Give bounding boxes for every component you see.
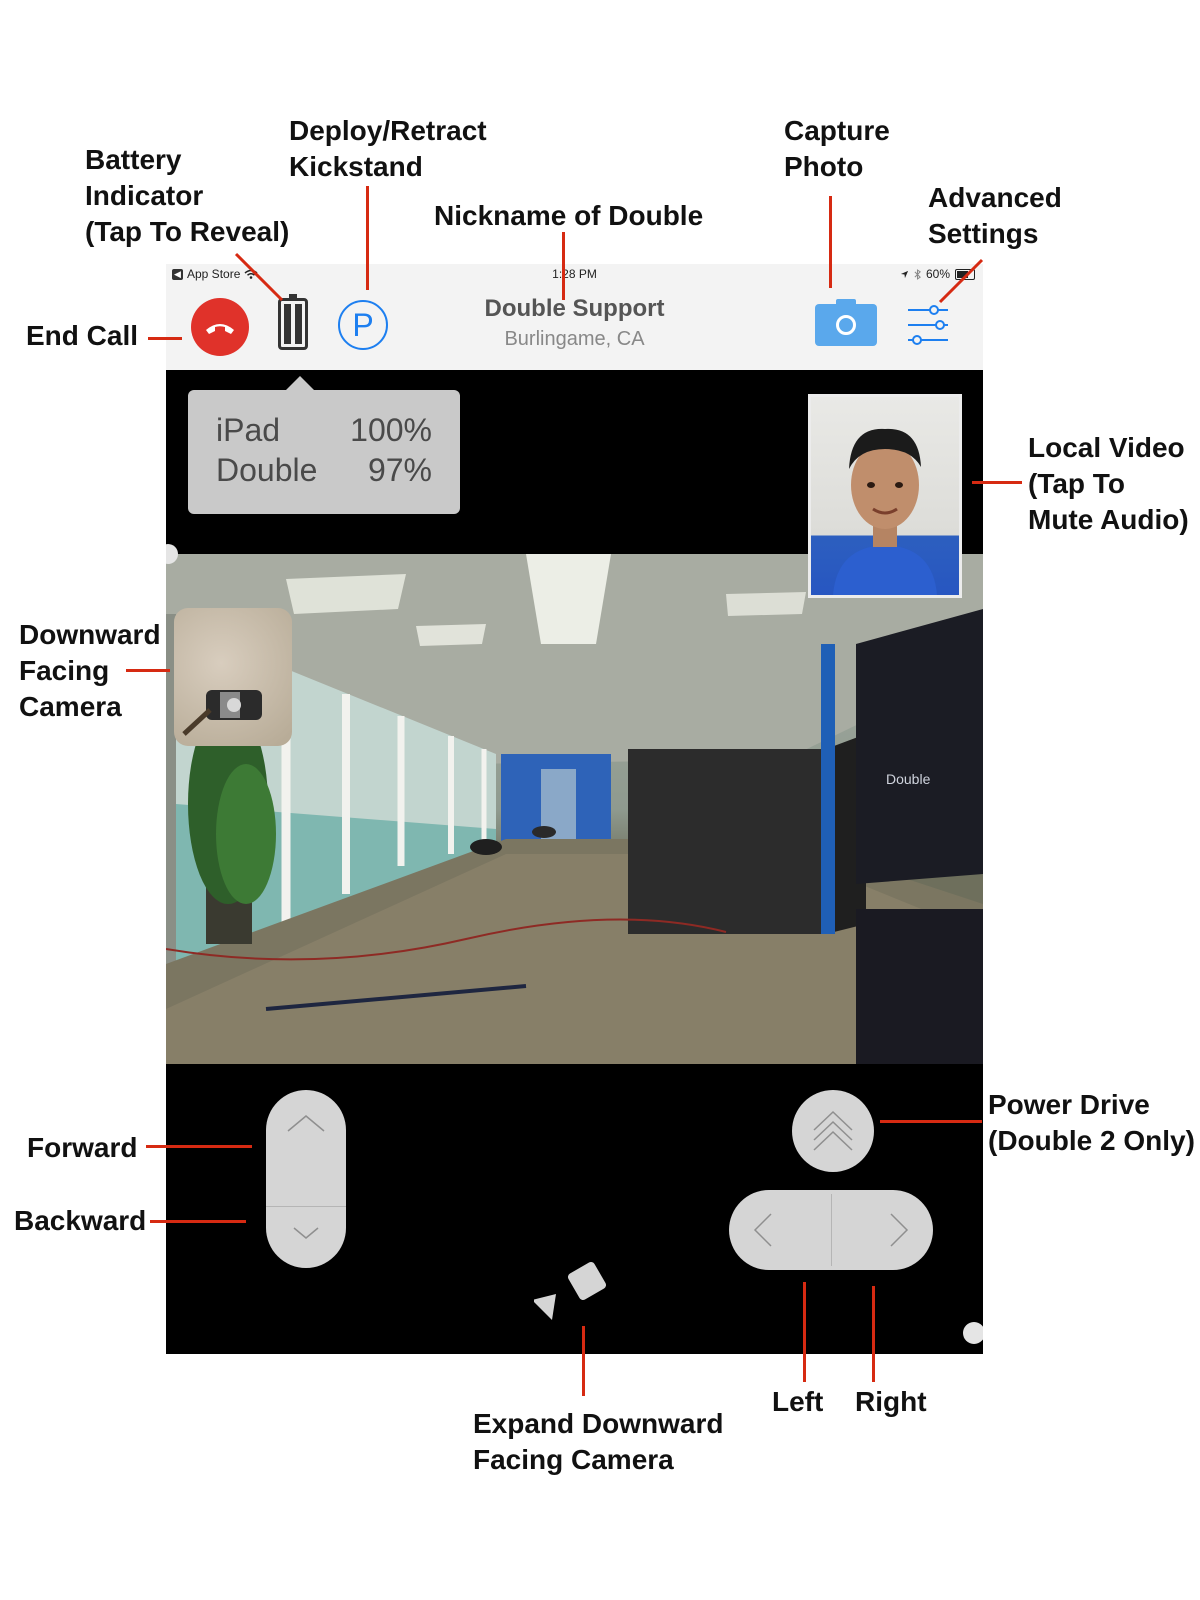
capture-photo-button[interactable] (815, 299, 877, 346)
annotation-line-text: Kickstand (289, 151, 423, 182)
leader-line-end-call (148, 337, 182, 340)
annotation-right: Right (855, 1384, 927, 1420)
chevron-right-icon[interactable] (833, 1190, 933, 1270)
ipad-screen: ◀ App Store 1:28 PM 60% P Double Support… (166, 264, 983, 1354)
annotation-expand-camera: Expand Downward Facing Camera (473, 1406, 723, 1478)
leader-line-right (872, 1286, 875, 1382)
annotation-line-text: Deploy/Retract (289, 115, 487, 146)
robot-title: Double Support Burlingame, CA (416, 294, 733, 354)
expand-downward-camera-button[interactable] (532, 1258, 614, 1328)
annotation-line-text: Indicator (85, 180, 204, 211)
annotation-capture-photo: Capture Photo (784, 113, 890, 185)
battery-bar (295, 304, 302, 344)
annotation-line-text: Nickname of Double (434, 200, 704, 231)
robot-nickname: Double Support (484, 295, 665, 322)
annotation-line-text: Local Video (1028, 432, 1185, 463)
annotation-line-text: Forward (27, 1132, 138, 1163)
annotation-power-drive: Power Drive (Double 2 Only) (988, 1087, 1195, 1159)
annotation-local-video: Local Video (Tap To Mute Audio) (1028, 430, 1189, 538)
downward-camera-image (182, 690, 262, 736)
annotation-line-text: Capture (784, 115, 890, 146)
local-video-preview[interactable] (808, 394, 962, 598)
annotation-left: Left (772, 1384, 823, 1420)
kickstand-button[interactable]: P (338, 300, 388, 350)
annotation-line-text: (Tap To Reveal) (85, 216, 290, 247)
leader-line-kickstand (366, 186, 369, 290)
chevron-up-icon[interactable] (266, 1106, 346, 1166)
leader-line-power-drive (880, 1120, 982, 1123)
leader-line-nickname (562, 232, 565, 300)
robot-location: Burlingame, CA (504, 328, 645, 350)
chevron-down-icon[interactable] (266, 1208, 346, 1268)
leader-line-capture-photo (829, 196, 832, 288)
annotation-end-call: End Call (26, 318, 138, 354)
chevron-left-icon[interactable] (729, 1190, 829, 1270)
leader-line-local-video (972, 481, 1022, 484)
leader-line-advanced-settings (938, 258, 984, 304)
annotation-line-text: Downward (19, 619, 161, 650)
battery-popup: iPad 100% Double 97% (188, 376, 460, 514)
battery-row-ipad: iPad 100% (216, 412, 432, 452)
annotation-forward: Forward (27, 1130, 137, 1166)
annotation-line-text: Photo (784, 151, 864, 182)
location-arrow-icon (900, 270, 909, 278)
annotation-line-text: Facing Camera (473, 1444, 674, 1475)
annotation-kickstand: Deploy/Retract Kickstand (289, 113, 487, 185)
leader-line-downward-camera (126, 669, 170, 672)
annotation-line-text: Backward (14, 1205, 147, 1236)
annotation-line-text: Advanced (928, 182, 1062, 213)
wall-sign-text: Double (886, 771, 931, 787)
sliders-icon (908, 305, 948, 345)
annotation-advanced-settings: Advanced Settings (928, 180, 1062, 252)
leader-line-left (803, 1282, 806, 1382)
annotation-line-text: Battery (85, 144, 182, 175)
forward-backward-control (266, 1090, 346, 1268)
battery-row-label: iPad (216, 412, 281, 448)
leader-line-battery (234, 252, 284, 302)
leader-line-forward (146, 1145, 252, 1148)
camera-icon (836, 315, 856, 335)
annotation-line-text: Settings (928, 218, 1039, 249)
annotation-line-text: Expand Downward (473, 1408, 724, 1439)
annotation-line-text: Camera (19, 691, 122, 722)
annotation-line-text: End Call (26, 320, 139, 351)
leader-line-backward (150, 1220, 246, 1223)
annotation-line-text: Mute Audio) (1028, 504, 1189, 535)
annotation-line-text: (Tap To (1028, 468, 1125, 499)
advanced-settings-button[interactable] (907, 302, 949, 348)
annotation-line-text: (Double 2 Only) (988, 1125, 1195, 1156)
annotation-nickname: Nickname of Double (434, 198, 703, 234)
battery-bar (284, 304, 291, 344)
battery-row-value: 97% (367, 452, 432, 488)
video-camera-icon (532, 1261, 607, 1320)
annotation-backward: Backward (14, 1203, 146, 1239)
downward-camera-preview[interactable] (174, 608, 292, 746)
annotation-line-text: Right (855, 1386, 927, 1417)
annotation-line-text: Power Drive (988, 1089, 1150, 1120)
leader-line-expand-camera (582, 1326, 585, 1396)
control-divider (831, 1194, 832, 1266)
left-right-control (729, 1190, 933, 1270)
annotation-battery-indicator: Battery Indicator (Tap To Reveal) (85, 142, 289, 250)
battery-row-double: Double 97% (216, 452, 432, 492)
bottom-handle[interactable] (963, 1322, 983, 1344)
battery-row-value: 100% (350, 412, 432, 448)
local-video-person (833, 428, 937, 595)
annotation-line-text: Left (772, 1386, 824, 1417)
battery-row-label: Double (216, 452, 318, 488)
control-divider (266, 1206, 346, 1207)
double-chevron-up-icon (813, 1110, 853, 1151)
power-drive-button[interactable] (792, 1090, 874, 1172)
bluetooth-icon (914, 268, 921, 280)
